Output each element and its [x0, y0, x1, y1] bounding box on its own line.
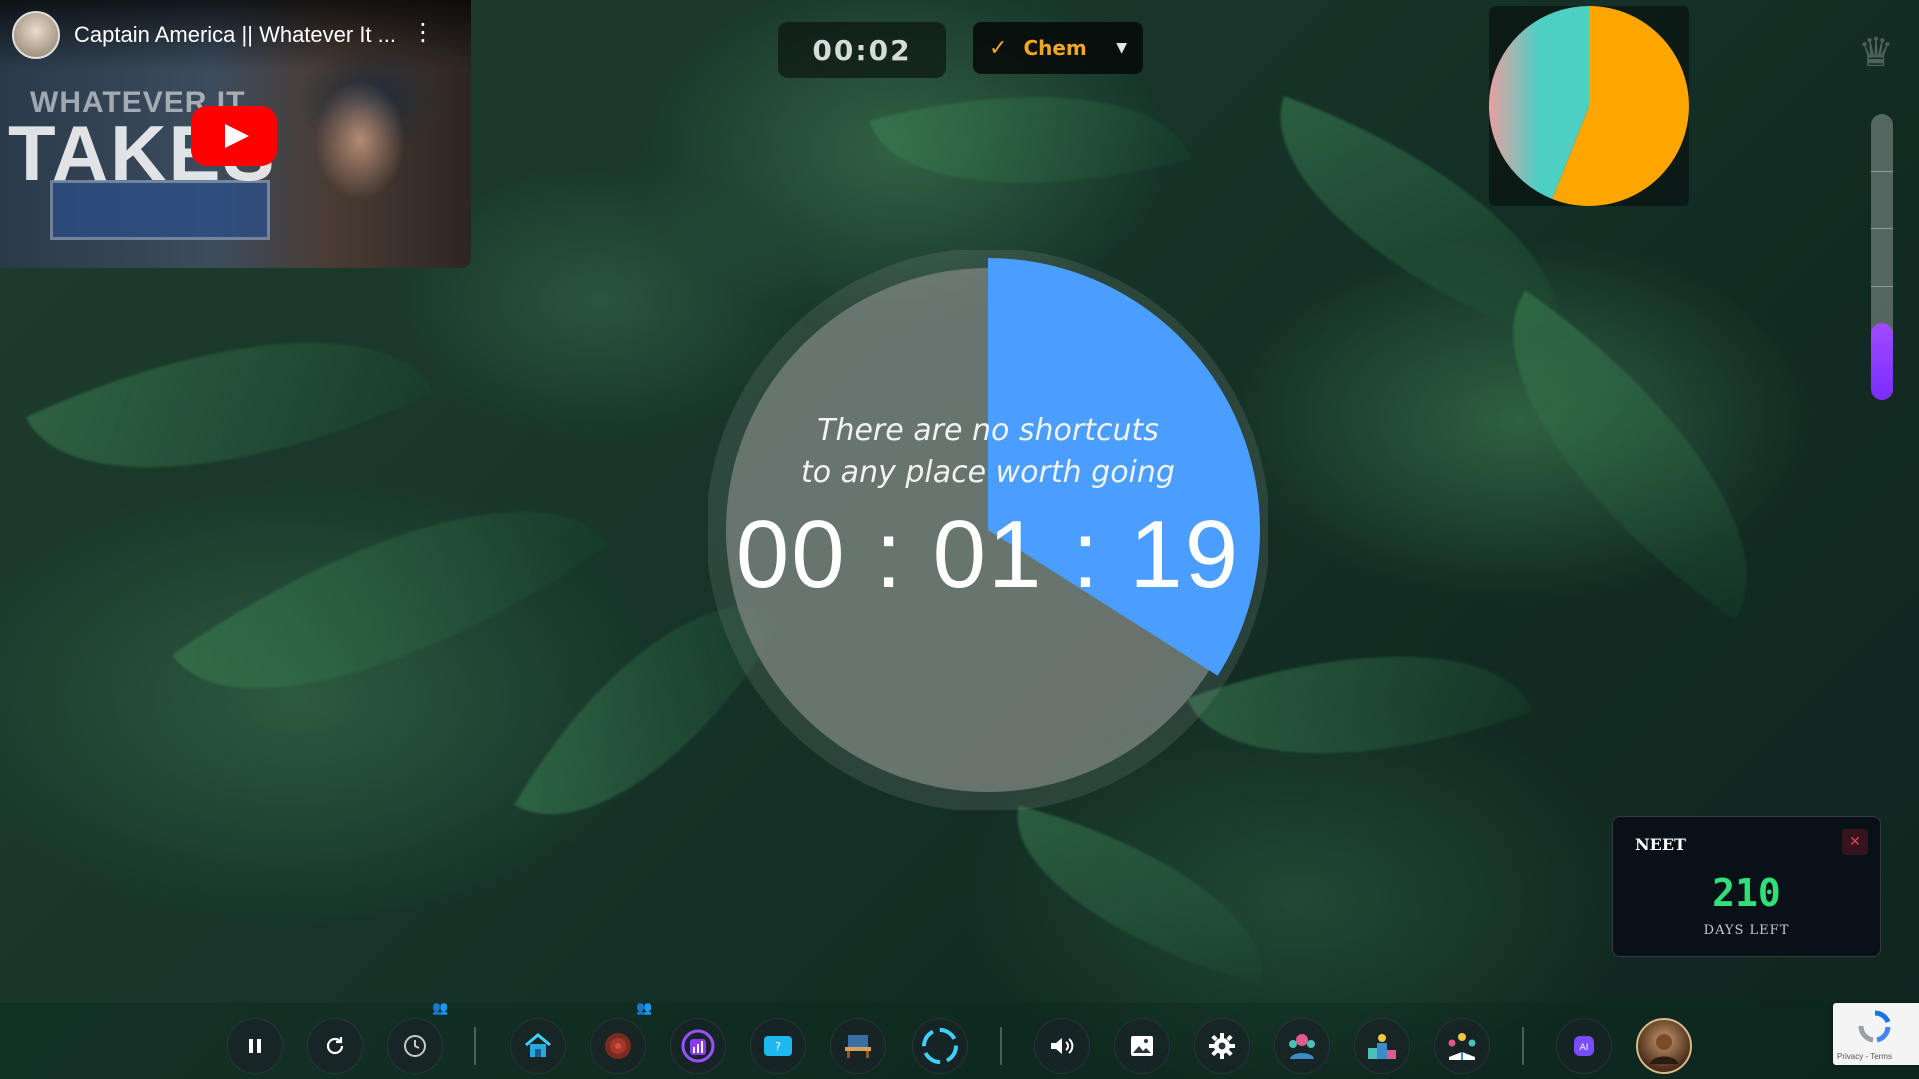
- progress-tick: [1871, 171, 1893, 173]
- study-group-button[interactable]: [1434, 1018, 1490, 1074]
- fullscreen-button[interactable]: [912, 1018, 968, 1074]
- video-header: Captain America || Whatever It ...: [0, 0, 471, 70]
- profile-photo: [1650, 1034, 1678, 1064]
- exam-name: NEET: [1635, 835, 1686, 854]
- bottom-dock: 👥 👥 ? AI: [0, 1001, 1919, 1079]
- target-icon: [605, 1033, 631, 1059]
- check-icon: ✓: [989, 35, 1008, 61]
- video-player[interactable]: WHATEVER IT TAKES Captain America || Wha…: [0, 0, 471, 268]
- recaptcha-badge[interactable]: Privacy - Terms: [1833, 1003, 1919, 1065]
- svg-text:AI: AI: [1580, 1043, 1589, 1053]
- people-badge-icon: 👥: [636, 1001, 653, 1016]
- desk-button[interactable]: [830, 1018, 886, 1074]
- study-group-icon: [1448, 1033, 1476, 1060]
- main-timer[interactable]: There are no shortcuts to any place wort…: [708, 250, 1268, 810]
- home-icon: [525, 1033, 551, 1057]
- play-icon[interactable]: [191, 106, 277, 166]
- home-button[interactable]: [510, 1018, 566, 1074]
- pause-button[interactable]: [227, 1018, 283, 1074]
- more-options-icon[interactable]: ⋮: [411, 20, 435, 44]
- session-timer: 00:02: [778, 22, 946, 78]
- podium-icon: [1368, 1034, 1396, 1059]
- background-leaf: [26, 256, 434, 554]
- progress-tick: [1871, 285, 1893, 287]
- leaderboard-button[interactable]: [1354, 1018, 1410, 1074]
- timer-clock: 00 : 01 : 19: [735, 501, 1241, 608]
- refresh-icon: [326, 1037, 344, 1055]
- caret-down-icon: ▼: [1116, 40, 1127, 56]
- gear-icon: [1209, 1033, 1235, 1059]
- group-icon: [1289, 1034, 1315, 1059]
- background-leaf: [990, 805, 1290, 985]
- svg-text:?: ?: [775, 1040, 781, 1053]
- tv-button[interactable]: ?: [750, 1018, 806, 1074]
- days-left-label: DAYS LEFT: [1703, 923, 1790, 938]
- close-icon[interactable]: ✕: [1842, 829, 1868, 855]
- recaptcha-footer[interactable]: Privacy - Terms: [1837, 1052, 1892, 1061]
- volume-icon: [1051, 1038, 1074, 1054]
- dock-separator: [1522, 1027, 1524, 1065]
- vertical-progress-bar: [1871, 114, 1893, 400]
- reset-button[interactable]: [307, 1018, 363, 1074]
- dock-separator: [1000, 1027, 1002, 1065]
- motivational-quote: There are no shortcuts to any place wort…: [801, 413, 1175, 490]
- ai-bot-icon: AI: [1574, 1036, 1594, 1056]
- tv-icon: ?: [764, 1036, 792, 1056]
- community-button[interactable]: [1274, 1018, 1330, 1074]
- avatar[interactable]: [1636, 1018, 1692, 1074]
- background-leaf: [172, 414, 608, 786]
- dock-separator: [474, 1027, 476, 1065]
- settings-button[interactable]: [1194, 1018, 1250, 1074]
- subject-selected-value: Chem: [1023, 36, 1087, 60]
- subject-dropdown[interactable]: ✓ Chem ▼: [973, 22, 1143, 74]
- focus-button[interactable]: [590, 1018, 646, 1074]
- pie-svg: [1489, 6, 1689, 206]
- days-left-count: 210: [1712, 871, 1781, 915]
- vertical-progress-fill: [1871, 322, 1893, 400]
- desk-icon: [845, 1035, 871, 1058]
- recaptcha-icon: [1858, 1010, 1891, 1043]
- people-badge-icon: 👥: [432, 1001, 449, 1016]
- stats-button[interactable]: [670, 1018, 726, 1074]
- fullscreen-icon: [922, 1028, 958, 1064]
- channel-avatar[interactable]: [12, 11, 60, 59]
- pause-icon: [249, 1039, 261, 1053]
- wallpaper-button[interactable]: [1114, 1018, 1170, 1074]
- volume-button[interactable]: [1034, 1018, 1090, 1074]
- trophy-icon: ♛: [1858, 30, 1894, 76]
- ai-button[interactable]: AI: [1556, 1018, 1612, 1074]
- progress-tick: [1871, 228, 1893, 230]
- exam-countdown-card: NEET ✕ 210 DAYS LEFT: [1612, 816, 1881, 957]
- background-leaf: [1439, 290, 1821, 620]
- clock-button[interactable]: [387, 1018, 443, 1074]
- image-icon: [1131, 1036, 1153, 1056]
- subject-pie-chart[interactable]: [1489, 6, 1689, 206]
- video-title[interactable]: Captain America || Whatever It ...: [74, 22, 396, 48]
- bar-chart-icon: [681, 1029, 715, 1063]
- clock-icon: [404, 1035, 426, 1057]
